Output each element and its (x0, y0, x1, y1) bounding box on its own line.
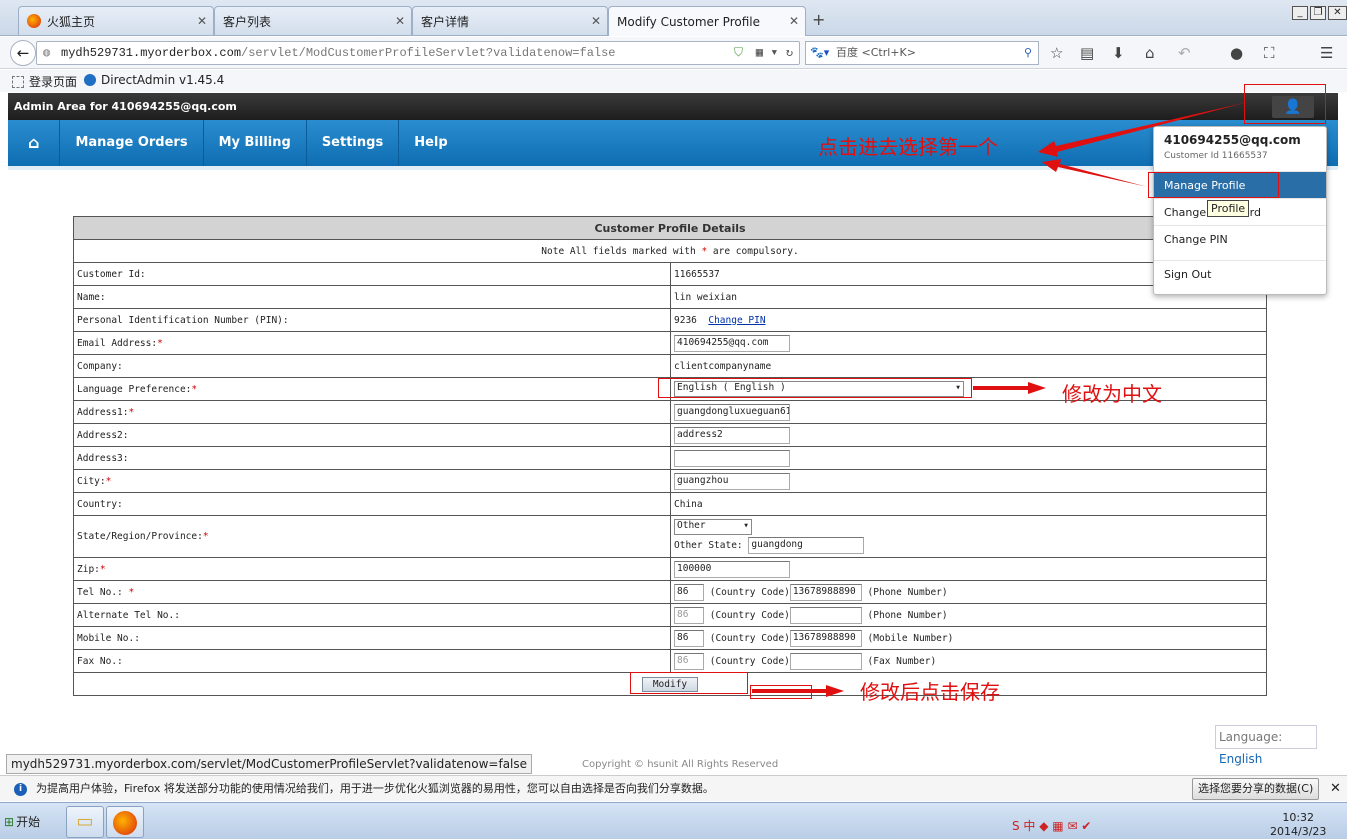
clock-date: 2014/3/23 (1270, 825, 1327, 838)
copyright-text: Copyright © hsunit All Rights Reserved (582, 759, 779, 770)
highlight-box (750, 685, 812, 699)
highlight-user-button (1244, 84, 1326, 124)
arrow-to-language (973, 382, 1046, 394)
annotation-save-after: 修改后点击保存 (860, 680, 1000, 704)
language-prefix: Language: (1219, 730, 1283, 744)
language-switcher[interactable]: Language: English (1215, 725, 1317, 766)
taskbar-firefox[interactable] (106, 806, 144, 838)
share-data-button[interactable]: 选择您要分享的数据(C) (1192, 778, 1320, 800)
arrow-to-manage-profile (1042, 159, 1148, 187)
clock-time: 10:32 (1282, 811, 1315, 824)
annotation-arrows (752, 102, 1248, 697)
info-icon: i (14, 783, 27, 796)
taskbar: ⊞ 开始 ▭ S 中 ◆ ▦ ✉ ✔ 10:32 2014/3/23 (0, 802, 1347, 839)
start-label: 开始 (16, 815, 41, 829)
arrow-to-dropdown (1038, 102, 1248, 157)
taskbar-explorer[interactable]: ▭ (66, 806, 104, 838)
windows-icon: ⊞ (4, 814, 15, 829)
language-value[interactable]: English (1219, 752, 1262, 766)
notification-text: 为提高用户体验，Firefox 将发送部分功能的使用情况给我们，用于进一步优化火… (36, 782, 714, 795)
start-button[interactable]: ⊞ 开始 (4, 813, 40, 830)
annotation-select-first: 点击进去选择第一个 (818, 135, 998, 159)
highlight-language-select (658, 378, 972, 398)
firefox-icon (113, 811, 137, 835)
highlight-manage-profile (1148, 172, 1279, 198)
clock[interactable]: 10:32 2014/3/23 (1270, 811, 1326, 839)
highlight-modify-button (630, 672, 748, 694)
folder-icon: ▭ (76, 811, 94, 832)
notification-bar: i 为提高用户体验，Firefox 将发送部分功能的使用情况给我们，用于进一步优… (0, 775, 1347, 801)
annotation-change-to-chinese: 修改为中文 (1062, 382, 1162, 406)
status-url: mydh529731.myorderbox.com/servlet/ModCus… (6, 754, 533, 774)
tray-icons: S 中 ◆ ▦ ✉ ✔ (1012, 819, 1092, 833)
close-icon[interactable]: ✕ (1330, 776, 1341, 802)
